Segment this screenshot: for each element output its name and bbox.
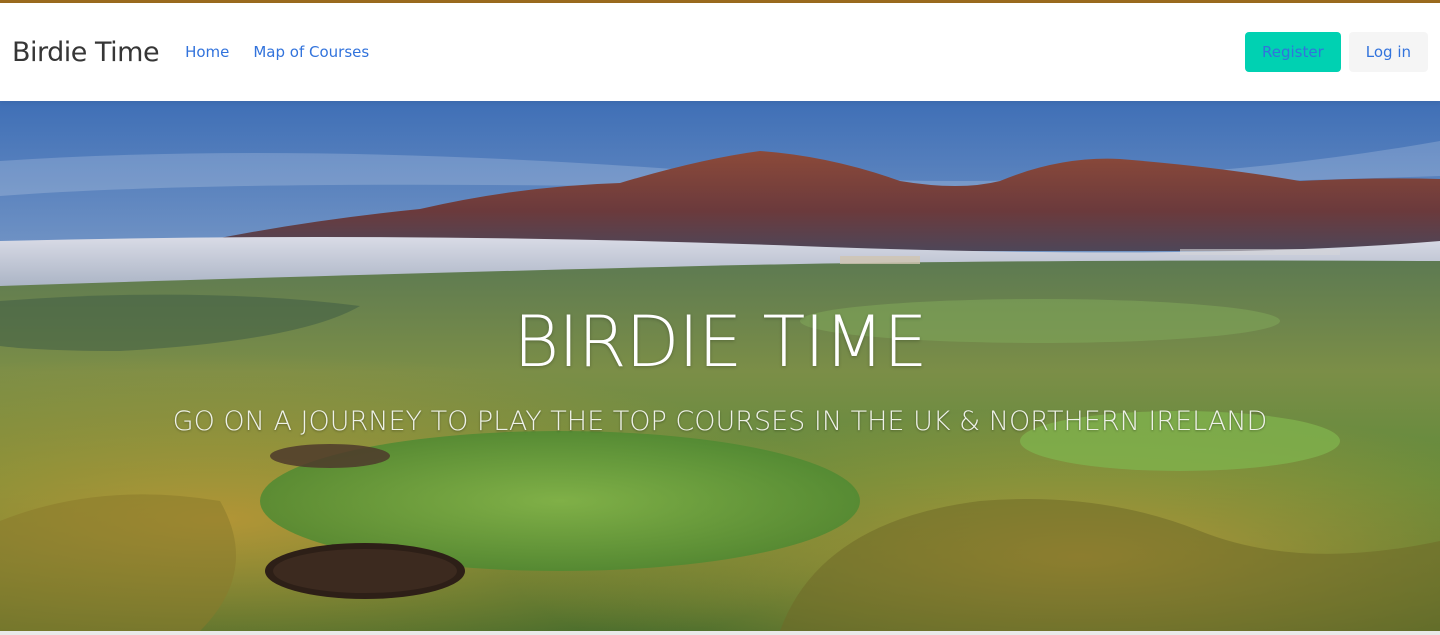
nav-link-home[interactable]: Home [173, 43, 241, 61]
brand-logo[interactable]: Birdie Time [12, 37, 160, 68]
hero-subtitle: GO ON A JOURNEY TO PLAY THE TOP COURSES … [172, 406, 1268, 437]
login-button[interactable]: Log in [1348, 32, 1428, 72]
nav-links: Home Map of Courses [173, 43, 381, 61]
nav-link-map-of-courses[interactable]: Map of Courses [241, 43, 381, 61]
hero-title: BIRDIE TIME [513, 301, 927, 383]
nav-actions: Register Log in [1245, 32, 1428, 72]
hero-banner: BIRDIE TIME GO ON A JOURNEY TO PLAY THE … [0, 101, 1440, 631]
navbar: Birdie Time Home Map of Courses Register… [0, 3, 1440, 101]
bottom-divider [0, 631, 1440, 635]
register-button[interactable]: Register [1245, 32, 1341, 72]
